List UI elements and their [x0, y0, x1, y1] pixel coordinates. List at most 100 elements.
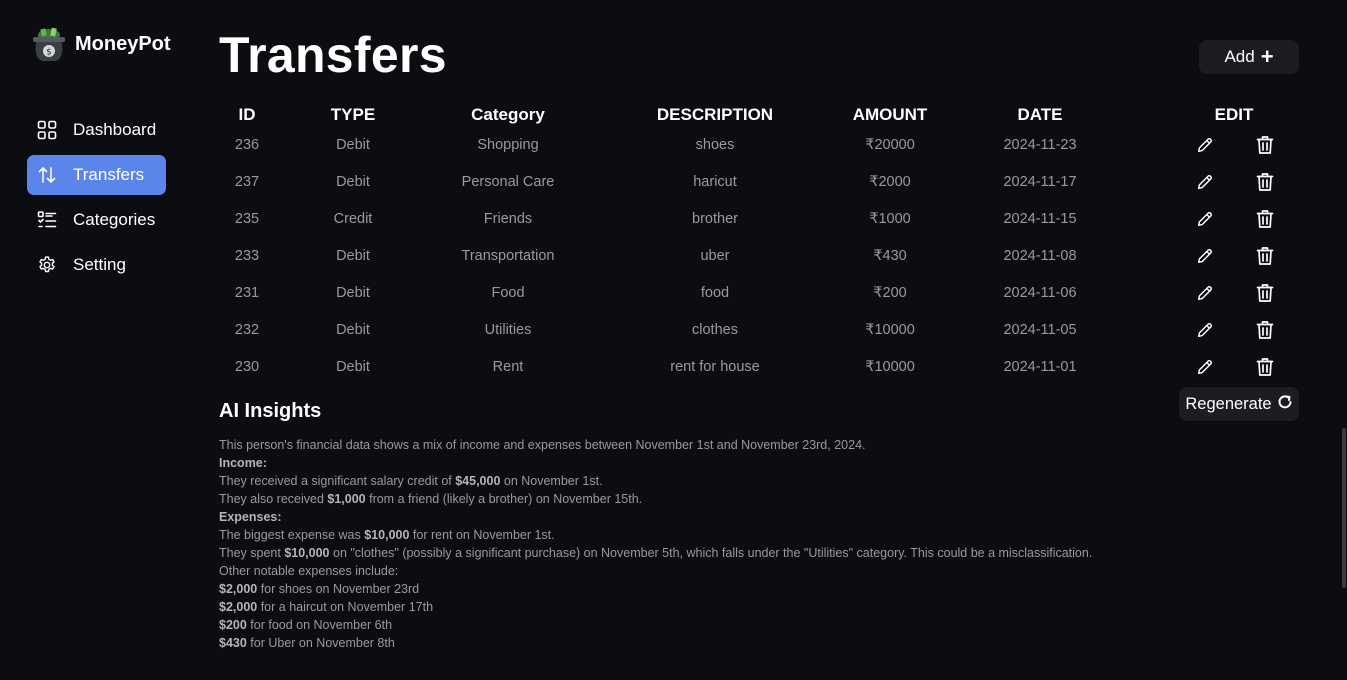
table-row: 235 Credit Friends brother ₹1000 2024-11-15 [219, 201, 1299, 238]
cell-description: shoes [695, 137, 735, 153]
insight-text: They also received [219, 492, 328, 506]
cell-type: Debit [336, 285, 370, 301]
edit-pencil-icon[interactable] [1194, 282, 1216, 304]
plus-icon: + [1260, 44, 1274, 69]
cell-category: Transportation [461, 248, 555, 264]
cell-date: 2024-11-08 [1003, 248, 1077, 264]
table-row: 231 Debit Food food ₹200 2024-11-06 [219, 275, 1299, 312]
delete-trash-icon[interactable] [1254, 245, 1276, 267]
sidebar-item-label: Setting [73, 255, 126, 274]
cell-date: 2024-11-23 [1003, 137, 1077, 153]
edit-pencil-icon[interactable] [1194, 356, 1216, 378]
sidebar-item-label: Dashboard [73, 120, 157, 139]
insights-body: This person's financial data shows a mix… [219, 436, 1219, 652]
insight-line: They received a significant salary credi… [219, 472, 1219, 490]
refresh-icon [1277, 394, 1293, 415]
cell-date: 2024-11-05 [1003, 322, 1077, 338]
svg-text:$: $ [46, 48, 52, 58]
cell-description: brother [692, 211, 738, 227]
column-header-category: Category [471, 105, 545, 124]
cell-id: 236 [234, 137, 260, 153]
add-button[interactable]: Add + [1199, 40, 1299, 74]
regenerate-button[interactable]: Regenerate [1179, 387, 1299, 421]
edit-pencil-icon[interactable] [1194, 134, 1216, 156]
cell-id: 231 [234, 285, 260, 301]
cell-id: 233 [234, 248, 260, 264]
cell-date: 2024-11-17 [1003, 174, 1077, 190]
insight-text: for shoes on November 23rd [257, 582, 420, 596]
cell-type: Debit [336, 174, 370, 190]
edit-pencil-icon[interactable] [1194, 171, 1216, 193]
column-header-id: ID [238, 105, 256, 124]
cell-date: 2024-11-06 [1003, 285, 1077, 301]
insight-line: $200 for food on November 6th [219, 616, 1219, 634]
insight-line: The biggest expense was $10,000 for rent… [219, 526, 1219, 544]
insight-text: on "clothes" (possibly a significant pur… [329, 546, 1093, 560]
cell-date: 2024-11-15 [1003, 211, 1077, 227]
sidebar-nav: Dashboard Transfers Categories Setting [27, 110, 166, 290]
column-header-description: DESCRIPTION [656, 105, 774, 124]
cell-category: Shopping [477, 137, 539, 153]
sidebar-item-transfers[interactable]: Transfers [27, 155, 166, 195]
insight-highlight: $10,000 [364, 528, 410, 542]
cell-id: 237 [234, 174, 260, 190]
insight-line: Expenses: [219, 508, 1219, 526]
insight-line: $430 for Uber on November 8th [219, 634, 1219, 652]
edit-pencil-icon[interactable] [1194, 319, 1216, 341]
cell-category: Rent [492, 359, 524, 375]
cell-type: Debit [336, 248, 370, 264]
cell-id: 230 [234, 359, 260, 375]
sidebar-item-setting[interactable]: Setting [27, 245, 166, 285]
column-header-type: TYPE [330, 105, 376, 124]
brand[interactable]: $ MoneyPot [30, 24, 171, 64]
delete-trash-icon[interactable] [1254, 356, 1276, 378]
add-button-label: Add [1224, 47, 1255, 66]
delete-trash-icon[interactable] [1254, 282, 1276, 304]
sidebar: $ MoneyPot Dashboard Transfers Categorie… [0, 0, 200, 680]
insight-highlight: $45,000 [455, 474, 501, 488]
insight-line: They also received $1,000 from a friend … [219, 490, 1219, 508]
grid-icon [37, 120, 57, 140]
cell-category: Personal Care [461, 174, 555, 190]
regenerate-button-label: Regenerate [1185, 394, 1272, 413]
cell-amount: ₹200 [873, 285, 907, 301]
insight-line: $2,000 for a haircut on November 17th [219, 598, 1219, 616]
cell-type: Debit [336, 137, 370, 153]
insight-text: on November 1st. [500, 474, 603, 488]
cell-amount: ₹2000 [869, 174, 911, 190]
delete-trash-icon[interactable] [1254, 171, 1276, 193]
insight-text: Other notable expenses include: [219, 564, 399, 578]
insight-highlight: $2,000 [219, 582, 258, 596]
swap-vertical-icon [37, 165, 57, 185]
cell-amount: ₹10000 [865, 359, 915, 375]
cell-amount: ₹10000 [865, 322, 915, 338]
edit-pencil-icon[interactable] [1194, 208, 1216, 230]
edit-pencil-icon[interactable] [1194, 245, 1216, 267]
sidebar-item-label: Categories [73, 210, 156, 229]
delete-trash-icon[interactable] [1254, 319, 1276, 341]
insight-line: Income: [219, 454, 1219, 472]
insights-title: AI Insights [219, 400, 322, 422]
column-header-amount: AMOUNT [852, 105, 928, 124]
insight-highlight: $2,000 [219, 600, 258, 614]
insight-highlight: $200 [219, 618, 247, 632]
sidebar-item-dashboard[interactable]: Dashboard [27, 110, 166, 150]
cell-id: 232 [234, 322, 260, 338]
delete-trash-icon[interactable] [1254, 134, 1276, 156]
table-row: 233 Debit Transportation uber ₹430 2024-11-08 [219, 238, 1299, 275]
cell-description: food [700, 285, 730, 301]
app-name: MoneyPot [75, 32, 171, 55]
insight-text: for rent on November 1st. [409, 528, 555, 542]
sidebar-item-categories[interactable]: Categories [27, 200, 166, 240]
insight-highlight: $430 [219, 636, 247, 650]
transfers-table: ID TYPE Category DESCRIPTION AMOUNT DATE… [219, 100, 1299, 386]
delete-trash-icon[interactable] [1254, 208, 1276, 230]
table-header: ID TYPE Category DESCRIPTION AMOUNT DATE… [219, 100, 1299, 127]
cell-amount: ₹1000 [869, 211, 911, 227]
cell-type: Credit [333, 211, 373, 227]
scrollbar-thumb[interactable] [1342, 428, 1346, 588]
cell-category: Utilities [484, 322, 532, 338]
column-header-date: DATE [1017, 105, 1063, 124]
insight-text: for Uber on November 8th [246, 636, 395, 650]
cell-date: 2024-11-01 [1003, 359, 1077, 375]
